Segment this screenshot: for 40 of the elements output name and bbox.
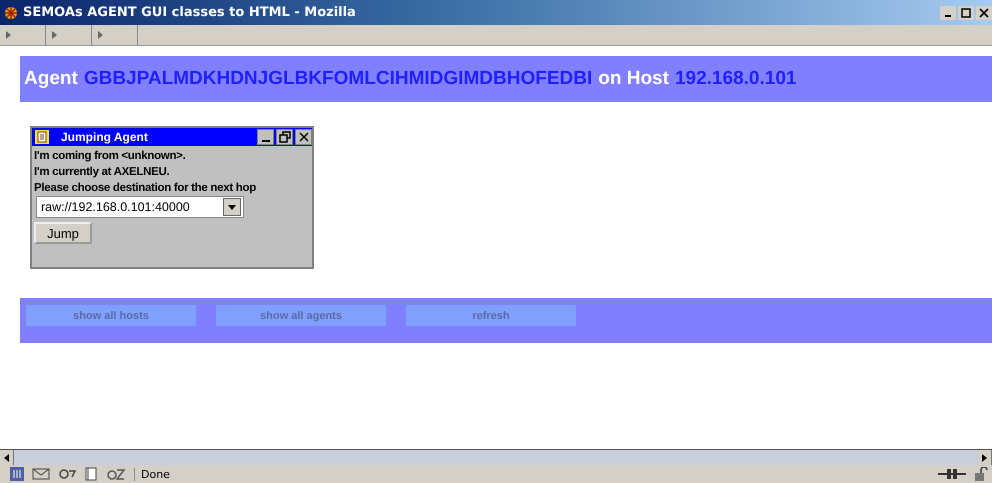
status-text: Done	[134, 468, 170, 480]
right-arrow-icon	[982, 454, 987, 462]
caret-icon	[228, 204, 236, 210]
lock-icon	[974, 467, 988, 481]
agent-label: Agent	[24, 68, 78, 90]
minimize-icon	[262, 140, 270, 142]
restore-button[interactable]	[276, 129, 293, 145]
destination-dropdown[interactable]: raw://192.168.0.101:40000	[36, 196, 244, 218]
triangle-icon	[6, 31, 11, 39]
nav-button[interactable]: show all hosts	[26, 305, 196, 326]
triangle-icon	[98, 31, 103, 39]
maximize-button[interactable]	[958, 6, 974, 20]
host-address: 192.168.0.101	[674, 68, 796, 90]
close-button[interactable]	[976, 6, 992, 20]
connection-icon	[938, 467, 966, 481]
close-icon	[298, 131, 310, 143]
close-icon	[979, 8, 989, 18]
triangle-icon	[52, 31, 57, 39]
jump-button[interactable]: Jump	[34, 222, 92, 244]
document-icon	[35, 130, 49, 144]
maximize-icon	[961, 8, 971, 18]
message-text: I'm coming from <unknown>.	[34, 149, 186, 164]
message-text: I'm currently at AXELNEU.	[34, 165, 170, 180]
left-arrow-icon	[4, 454, 9, 462]
app-icon	[3, 4, 19, 20]
minimize-button[interactable]	[940, 6, 956, 20]
host-label: on Host	[598, 68, 669, 90]
minimize-icon	[945, 14, 951, 16]
nav-button[interactable]: refresh	[406, 305, 576, 326]
nav-button[interactable]: show all agents	[216, 305, 386, 326]
message-text: Please choose destination for the next hop	[34, 181, 256, 196]
notebook-icon[interactable]	[84, 467, 98, 481]
close-button[interactable]	[295, 129, 312, 145]
horizontal-scrollbar[interactable]	[0, 449, 992, 465]
minimize-button[interactable]	[257, 129, 274, 145]
restore-icon	[278, 131, 290, 143]
dialog-title: Jumping Agent	[61, 130, 148, 144]
mail-icon[interactable]	[32, 467, 50, 481]
agent-id: GBBJPALMDKHDNJGLBKFOMLCIHMIDGIMDBHOFEDBI	[84, 68, 592, 90]
window-title: SEMOAs AGENT GUI classes to HTML - Mozilla	[23, 5, 356, 20]
